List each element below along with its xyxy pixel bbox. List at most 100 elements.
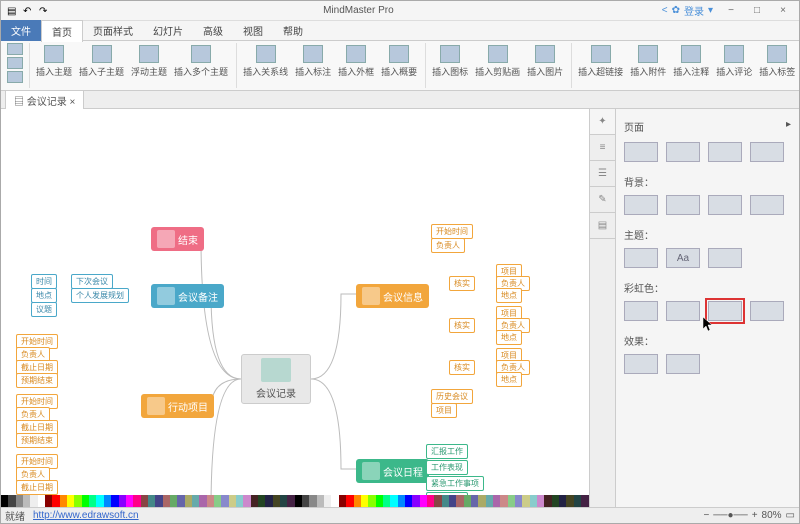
sidetab-style-icon[interactable]: ✦ <box>590 109 615 135</box>
subnode[interactable]: 汇报工作 <box>426 444 468 459</box>
subnode[interactable]: 地点 <box>496 288 522 303</box>
copy-icon[interactable] <box>7 71 23 83</box>
zoom-out-icon[interactable]: − <box>703 510 709 521</box>
close-icon[interactable]: × <box>771 5 795 16</box>
status-ready: 就绪 <box>5 508 25 523</box>
redo-icon[interactable]: ↷ <box>39 6 49 16</box>
bg-opt[interactable] <box>666 195 700 215</box>
layout-opt[interactable] <box>750 142 784 162</box>
rainbow-opt[interactable] <box>624 301 658 321</box>
rainbow-opt[interactable] <box>666 301 700 321</box>
sidetab-list-icon[interactable]: ≡ <box>590 135 615 161</box>
node-notes[interactable]: 会议备注 <box>151 284 224 308</box>
share-icon[interactable]: < <box>662 5 668 16</box>
tab-view[interactable]: 视图 <box>233 20 273 41</box>
ribbon-插入评论[interactable]: 插入评论 <box>714 43 754 80</box>
node-agenda[interactable]: 会议日程 <box>356 459 429 483</box>
undo-icon[interactable]: ↶ <box>23 6 33 16</box>
side-panel: ✦ ≡ ☰ ✎ ▤ 页面▸ 背景： 主题： Aa 彩虹色： 效果： <box>589 109 799 507</box>
subnode[interactable]: 时间 <box>31 274 57 289</box>
theme-opt[interactable] <box>624 248 658 268</box>
sidetab-icons-icon[interactable]: ☰ <box>590 161 615 187</box>
node-center[interactable]: 会议记录 <box>241 354 311 404</box>
subnode[interactable]: 下次会议 <box>71 274 113 289</box>
status-url[interactable]: http://www.edrawsoft.cn <box>33 510 139 521</box>
subnode[interactable]: 地点 <box>496 330 522 345</box>
canvas[interactable]: 会议记录 结束 会议备注 行动项目 通过决议 会议信息 会议日程 时间地点议题下… <box>1 109 589 507</box>
layout-opt[interactable] <box>708 142 742 162</box>
bg-opt[interactable] <box>750 195 784 215</box>
ribbon-插入主题[interactable]: 插入主题 <box>34 43 74 80</box>
layout-opt[interactable] <box>624 142 658 162</box>
zoom-in-icon[interactable]: + <box>752 510 758 521</box>
theme-font[interactable]: Aa <box>666 248 700 268</box>
subnode[interactable]: 议题 <box>31 302 57 317</box>
side-header: 页面 <box>624 119 644 134</box>
subnode[interactable]: 紧急工作事项 <box>426 476 484 491</box>
meeting-icon <box>261 358 291 382</box>
subnode[interactable]: 负责人 <box>431 238 465 253</box>
menu-file[interactable]: 文件 <box>1 20 41 41</box>
subnode[interactable]: 预期结束 <box>16 373 58 388</box>
menubar: 文件 首页 页面样式 幻灯片 高级 视图 帮助 <box>1 21 799 41</box>
minimize-icon[interactable]: − <box>719 5 743 16</box>
document-tab[interactable]: ▤ 会议记录 × <box>5 90 84 110</box>
subnode[interactable]: 开始时间 <box>431 224 473 239</box>
tab-home[interactable]: 首页 <box>41 20 83 42</box>
subnode[interactable]: 历史会议 <box>431 389 473 404</box>
cut-icon[interactable] <box>7 57 23 69</box>
sidetab-clipart-icon[interactable]: ✎ <box>590 187 615 213</box>
subnode[interactable]: 预期结束 <box>16 433 58 448</box>
subnode[interactable]: 截止日期 <box>16 480 58 495</box>
login-link[interactable]: 登录 <box>684 3 704 18</box>
theme-opt[interactable] <box>708 248 742 268</box>
zoom-level: 80% <box>762 510 782 521</box>
bg-opt[interactable] <box>624 195 658 215</box>
subnode[interactable]: 核实 <box>449 276 475 291</box>
node-end[interactable]: 结束 <box>151 227 204 251</box>
ribbon-浮动主题[interactable]: 浮动主题 <box>129 43 169 80</box>
ribbon-插入图标[interactable]: 插入图标 <box>430 43 470 80</box>
ribbon-插入附件[interactable]: 插入附件 <box>628 43 668 80</box>
ribbon-插入概要[interactable]: 插入概要 <box>379 43 419 80</box>
ribbon-插入标签[interactable]: 插入标签 <box>757 43 797 80</box>
app-title: MindMaster Pro <box>55 5 662 16</box>
paste-icon[interactable] <box>7 43 23 55</box>
ribbon-插入注释[interactable]: 插入注释 <box>671 43 711 80</box>
subnode[interactable]: 项目 <box>431 403 457 418</box>
subnode[interactable]: 地点 <box>31 288 57 303</box>
ribbon-插入图片[interactable]: 插入图片 <box>525 43 565 80</box>
ribbon-插入多个主题[interactable]: 插入多个主题 <box>172 43 230 80</box>
node-info[interactable]: 会议信息 <box>356 284 429 308</box>
subnode[interactable]: 工作表现 <box>426 460 468 475</box>
rainbow-opt[interactable] <box>750 301 784 321</box>
maximize-icon[interactable]: □ <box>745 5 769 16</box>
settings-icon[interactable]: ✿ <box>672 5 680 16</box>
fit-icon[interactable]: ▭ <box>786 510 795 521</box>
tab-advanced[interactable]: 高级 <box>193 20 233 41</box>
ribbon-插入子主题[interactable]: 插入子主题 <box>77 43 126 80</box>
tab-help[interactable]: 帮助 <box>273 20 313 41</box>
subnode[interactable]: 核实 <box>449 318 475 333</box>
ribbon-插入剪贴画[interactable]: 插入剪贴画 <box>473 43 522 80</box>
ribbon-插入标注[interactable]: 插入标注 <box>293 43 333 80</box>
subnode[interactable]: 核实 <box>449 360 475 375</box>
bg-opt[interactable] <box>708 195 742 215</box>
effect-opt[interactable] <box>666 354 700 374</box>
tab-pagestyle[interactable]: 页面样式 <box>83 20 143 41</box>
side-collapse-icon[interactable]: ▸ <box>786 119 791 134</box>
ribbon-插入超链接[interactable]: 插入超链接 <box>576 43 625 80</box>
sidetab-outline-icon[interactable]: ▤ <box>590 213 615 239</box>
node-actions[interactable]: 行动项目 <box>141 394 214 418</box>
subnode[interactable]: 个人发展规划 <box>71 288 129 303</box>
color-palette[interactable] <box>1 495 589 507</box>
layout-opt[interactable] <box>666 142 700 162</box>
ribbon-插入外框[interactable]: 插入外框 <box>336 43 376 80</box>
sys-icon: ▤ <box>7 6 17 16</box>
tab-slides[interactable]: 幻灯片 <box>143 20 193 41</box>
effect-opt[interactable] <box>624 354 658 374</box>
rainbow-opt-selected[interactable] <box>708 301 742 321</box>
ribbon-插入关系线[interactable]: 插入关系线 <box>241 43 290 80</box>
ribbon: 插入主题插入子主题浮动主题插入多个主题 插入关系线插入标注插入外框插入概要 插入… <box>1 41 799 91</box>
subnode[interactable]: 地点 <box>496 372 522 387</box>
